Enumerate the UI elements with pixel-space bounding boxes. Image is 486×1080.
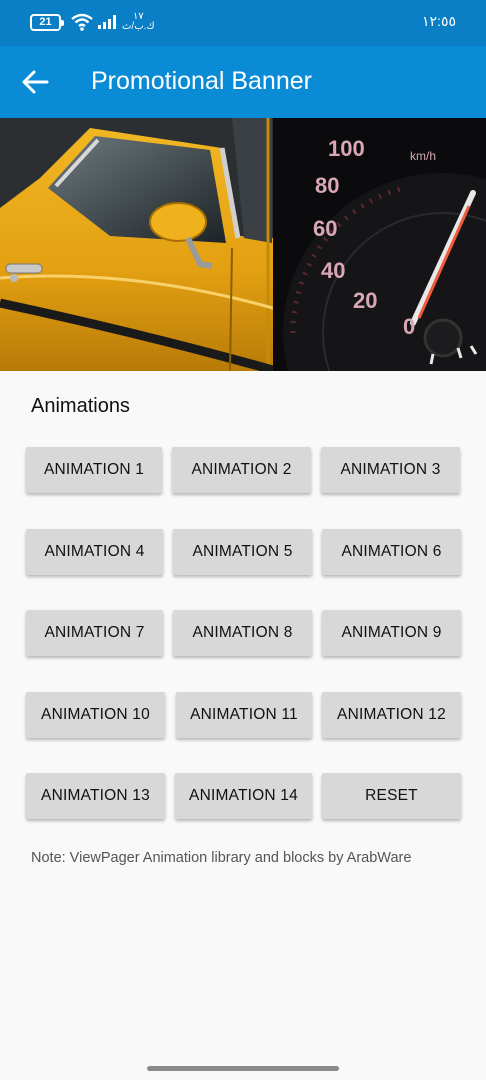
banner-image-speedometer: 100 80 60 40 20 0 km/h xyxy=(273,118,486,371)
animations-heading: Animations xyxy=(31,395,130,417)
battery-level: 21 xyxy=(39,16,52,28)
animation-13-button[interactable]: ANIMATION 13 xyxy=(26,773,165,819)
animation-14-button[interactable]: ANIMATION 14 xyxy=(175,773,312,819)
gauge-label-60: 60 xyxy=(313,216,337,241)
gauge-label-80: 80 xyxy=(315,173,339,198)
signal-icon xyxy=(98,15,116,29)
animation-12-button[interactable]: ANIMATION 12 xyxy=(322,692,461,738)
animation-3-button[interactable]: ANIMATION 3 xyxy=(321,447,460,493)
promotional-banner[interactable]: 100 80 60 40 20 0 km/h xyxy=(0,118,486,371)
reset-button[interactable]: RESET xyxy=(322,773,461,819)
wifi-icon xyxy=(71,13,93,31)
footer-note: Note: ViewPager Animation library and bl… xyxy=(31,850,412,866)
status-icons: 21 ١٧ ك.ب/ث xyxy=(30,12,155,32)
app-bar: Promotional Banner xyxy=(0,46,486,118)
gauge-label-0: 0 xyxy=(403,314,415,339)
arrow-back-icon[interactable] xyxy=(20,68,50,96)
animation-11-button[interactable]: ANIMATION 11 xyxy=(176,692,312,738)
animation-6-button[interactable]: ANIMATION 6 xyxy=(322,529,461,575)
network-speed-unit: ك.ب/ث xyxy=(122,21,155,32)
animation-7-button[interactable]: ANIMATION 7 xyxy=(26,610,163,656)
gauge-label-100: 100 xyxy=(328,136,365,161)
page-title: Promotional Banner xyxy=(91,67,312,95)
status-bar: 21 ١٧ ك.ب/ث ١٢:٥٥ xyxy=(0,0,486,46)
animation-10-button[interactable]: ANIMATION 10 xyxy=(26,692,165,738)
gauge-unit: km/h xyxy=(410,149,436,163)
animation-2-button[interactable]: ANIMATION 2 xyxy=(172,447,311,493)
network-speed: ١٧ ك.ب/ث xyxy=(122,12,155,32)
battery-icon: 21 xyxy=(30,13,64,31)
animation-5-button[interactable]: ANIMATION 5 xyxy=(173,529,312,575)
animation-1-button[interactable]: ANIMATION 1 xyxy=(26,447,162,493)
gauge-label-40: 40 xyxy=(321,258,345,283)
status-time: ١٢:٥٥ xyxy=(422,13,456,29)
banner-image-car xyxy=(0,118,273,371)
animation-4-button[interactable]: ANIMATION 4 xyxy=(26,529,163,575)
animation-9-button[interactable]: ANIMATION 9 xyxy=(322,610,461,656)
gesture-nav-handle[interactable] xyxy=(147,1066,339,1071)
animation-8-button[interactable]: ANIMATION 8 xyxy=(173,610,312,656)
gauge-label-20: 20 xyxy=(353,288,377,313)
